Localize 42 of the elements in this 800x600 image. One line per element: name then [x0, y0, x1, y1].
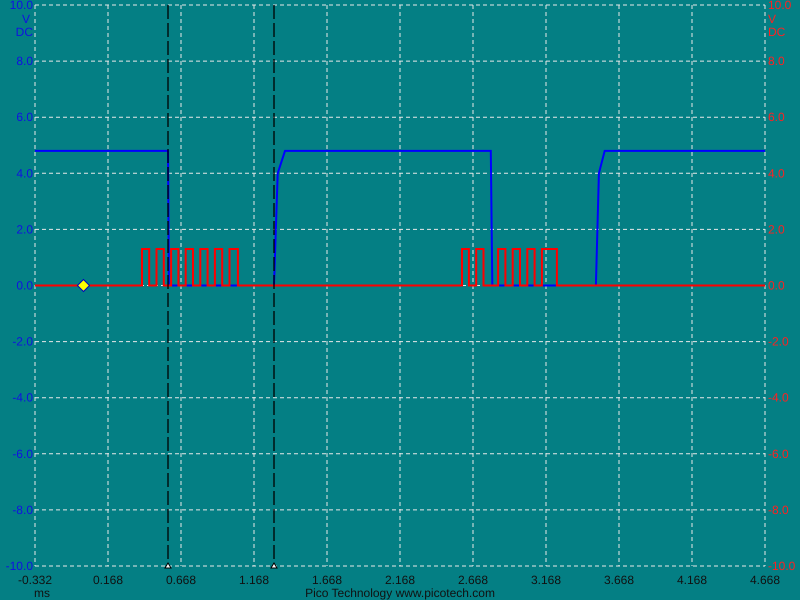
y-axis-label: -6.0 — [768, 446, 789, 461]
x-axis-label: 4.668 — [750, 573, 780, 587]
y-axis-label: -4.0 — [12, 390, 33, 405]
x-axis-label: 1.668 — [312, 573, 342, 587]
y-axis-label: -10.0 — [6, 559, 33, 573]
y-axis-label: -2.0 — [12, 334, 33, 349]
y-axis-label: 4.0 — [16, 166, 33, 180]
x-axis-label: 0.168 — [92, 573, 124, 587]
trigger-marker-icon[interactable] — [76, 278, 90, 292]
y-axis-label: 0.0 — [16, 278, 33, 292]
y-axis-label: -4.0 — [768, 390, 789, 405]
x-axis-label: 4.168 — [676, 573, 708, 587]
y-axis-label: 10.0 — [768, 0, 792, 12]
y-axis-label: 8.0 — [16, 54, 33, 68]
y-axis-label: 8.0 — [768, 54, 785, 68]
time-cursor[interactable] — [270, 5, 278, 568]
time-cursor[interactable] — [164, 5, 172, 568]
y-axis-label: 2.0 — [16, 222, 33, 236]
unit-label: ms — [34, 586, 50, 600]
unit-label: V — [768, 12, 776, 26]
y-axis-label: -6.0 — [12, 446, 33, 461]
x-axis-label: 2.168 — [384, 573, 416, 587]
y-axis-label: -10.0 — [768, 559, 796, 573]
coupling-label: DC — [768, 25, 786, 39]
y-axis-label: 10.0 — [10, 0, 33, 12]
coupling-label: DC — [16, 25, 33, 39]
x-axis-label: 0.668 — [166, 573, 196, 587]
unit-label: V — [22, 12, 30, 26]
y-axis-label: 4.0 — [768, 166, 785, 180]
y-axis-label: -2.0 — [768, 334, 789, 349]
y-axis-label: 0.0 — [768, 278, 785, 292]
x-axis-label: -0.332 — [18, 573, 52, 587]
y-axis-label: 2.0 — [768, 222, 785, 236]
y-axis-label: 6.0 — [16, 110, 33, 124]
y-axis-label: -8.0 — [768, 502, 789, 517]
y-axis-label: 6.0 — [768, 110, 785, 124]
x-axis-label: 3.668 — [604, 573, 634, 587]
x-axis-label: 2.668 — [458, 573, 488, 587]
footer-text: Pico Technology www.picotech.com — [305, 586, 495, 600]
x-axis-label: 3.168 — [530, 573, 562, 587]
x-axis-label: 1.168 — [238, 573, 270, 587]
y-axis-label: -8.0 — [12, 502, 33, 517]
